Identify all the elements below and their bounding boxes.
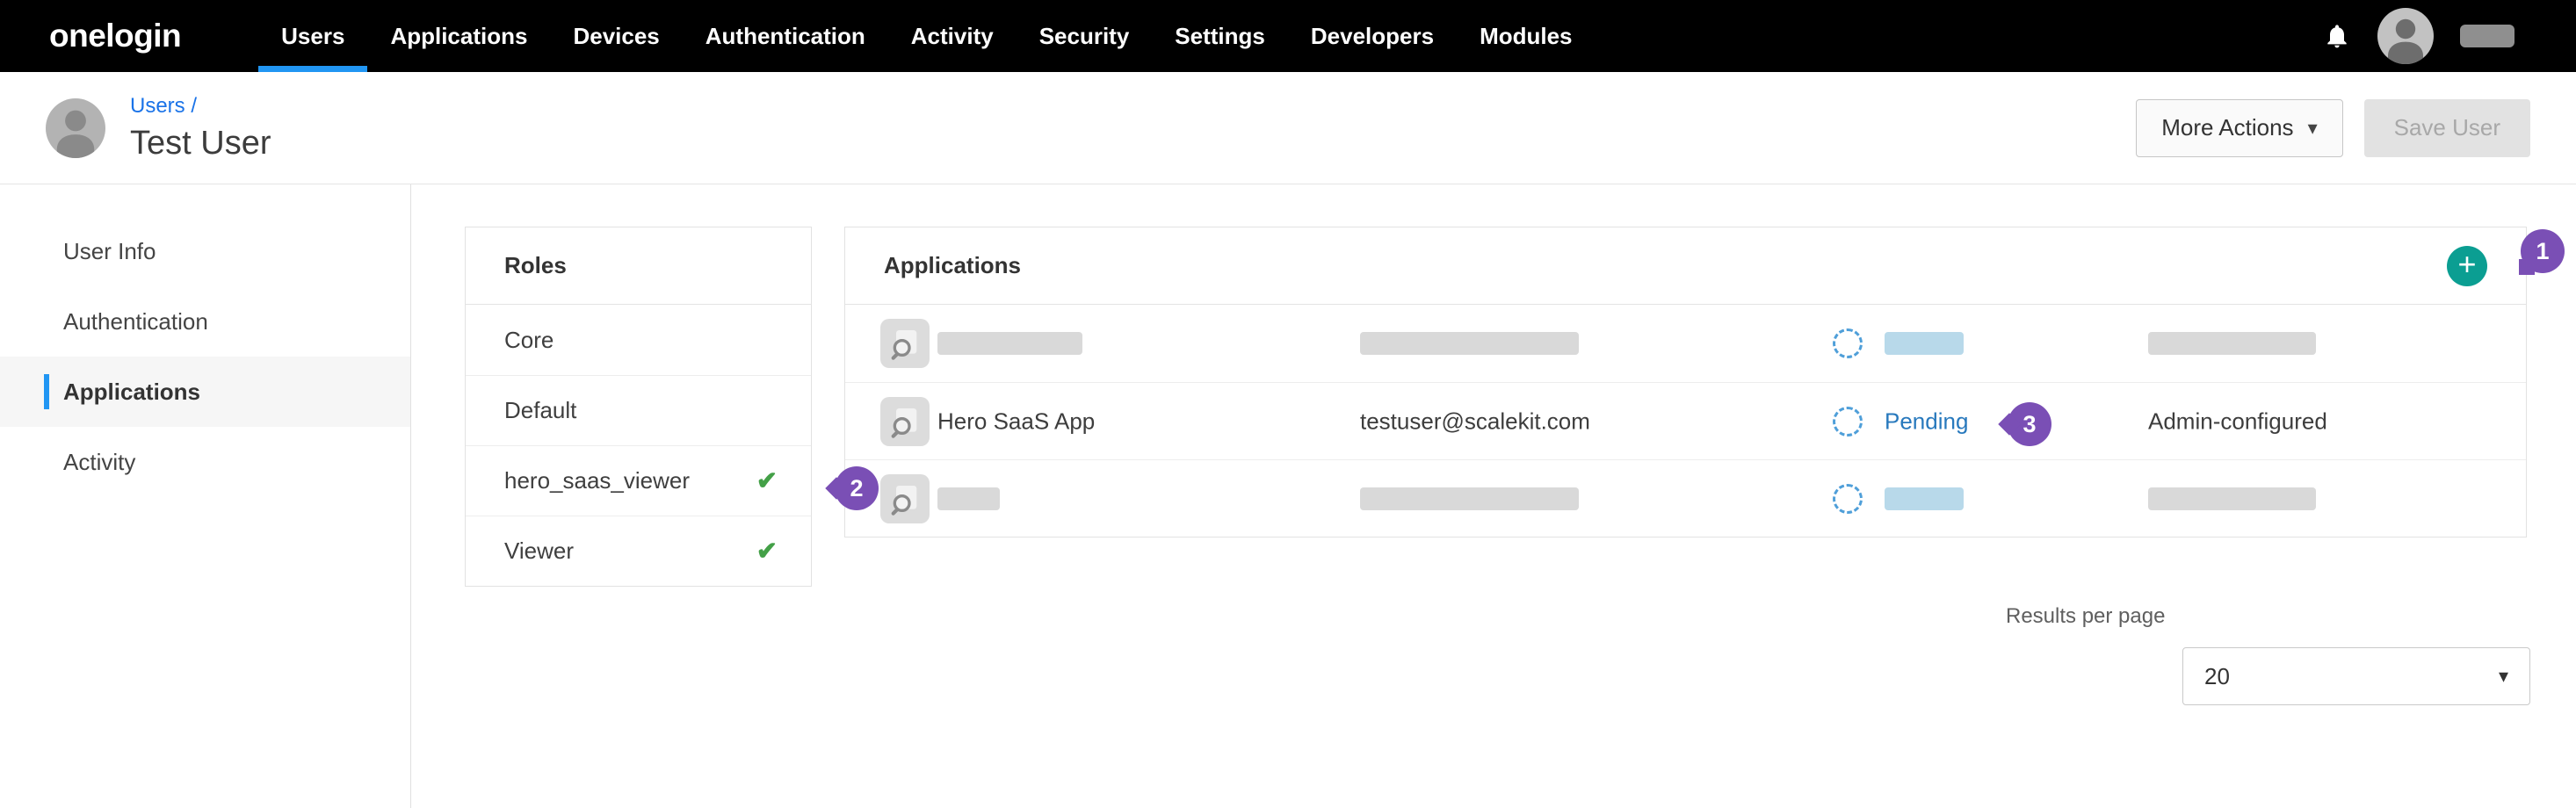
nav-right-cluster xyxy=(2323,8,2514,64)
nav-item-modules[interactable]: Modules xyxy=(1457,0,1595,72)
nav-item-authentication[interactable]: Authentication xyxy=(683,0,888,72)
skeleton-app-name xyxy=(937,332,1082,355)
page-size-value: 20 xyxy=(2204,663,2230,690)
role-label: Viewer xyxy=(504,537,574,565)
nav-item-activity[interactable]: Activity xyxy=(888,0,1017,72)
skeleton-app-name xyxy=(937,487,1000,510)
sidebar-item-authentication[interactable]: Authentication xyxy=(0,286,410,357)
primary-nav: Users Applications Devices Authenticatio… xyxy=(258,0,1595,72)
nav-label: Applications xyxy=(390,23,527,50)
application-row-skeleton xyxy=(845,459,2526,537)
nav-label: Users xyxy=(281,23,344,50)
roles-card: Roles Core Default hero_saas_viewer ✔ Vi… xyxy=(465,227,812,587)
chevron-down-icon: ▾ xyxy=(2308,117,2318,140)
annotation-badge-2: 2 xyxy=(835,466,879,510)
page-size-select[interactable]: 20 ▾ xyxy=(2182,647,2530,705)
onelogin-logo[interactable]: onelogin xyxy=(49,18,181,54)
nav-item-users[interactable]: Users xyxy=(258,0,367,72)
nav-item-settings[interactable]: Settings xyxy=(1152,0,1288,72)
sidebar-item-user-info[interactable]: User Info xyxy=(0,216,410,286)
results-per-page-label: Results per page xyxy=(2006,604,2165,629)
application-row-skeleton xyxy=(845,305,2526,382)
nav-label: Security xyxy=(1039,23,1130,50)
skeleton-app-email xyxy=(1360,332,1579,355)
nav-label: Settings xyxy=(1175,23,1265,50)
skeleton-app-config xyxy=(2148,332,2316,355)
application-status-link[interactable]: Pending xyxy=(1885,408,1968,435)
nav-label: Devices xyxy=(573,23,659,50)
check-icon: ✔ xyxy=(756,465,778,496)
applications-card-header: Applications + xyxy=(845,227,2526,305)
plus-icon: + xyxy=(2457,246,2476,283)
page-title: Test User xyxy=(130,125,271,162)
sidebar-item-activity[interactable]: Activity xyxy=(0,427,410,497)
page-header: Users / Test User More Actions ▾ Save Us… xyxy=(0,72,2576,184)
save-user-button[interactable]: Save User xyxy=(2364,99,2530,157)
application-icon xyxy=(880,397,930,446)
nav-item-security[interactable]: Security xyxy=(1017,0,1153,72)
sidebar-item-applications[interactable]: Applications xyxy=(0,357,410,427)
account-avatar[interactable] xyxy=(2377,8,2434,64)
role-label: Core xyxy=(504,327,554,354)
role-row-viewer[interactable]: Viewer ✔ xyxy=(466,516,811,586)
applications-card: Applications + Hero SaaS App testuser@sc… xyxy=(844,227,2527,537)
more-actions-button[interactable]: More Actions ▾ xyxy=(2136,99,2342,157)
nav-label: Modules xyxy=(1480,23,1572,50)
loading-spinner-icon xyxy=(1833,484,1863,514)
application-name: Hero SaaS App xyxy=(937,408,1095,435)
application-row-hero-saas[interactable]: Hero SaaS App testuser@scalekit.com Pend… xyxy=(845,382,2526,459)
chevron-down-icon: ▾ xyxy=(2499,665,2508,688)
role-label: Default xyxy=(504,397,576,424)
breadcrumb-users-link[interactable]: Users / xyxy=(130,94,271,119)
annotation-badge-3: 3 xyxy=(2008,402,2051,446)
skeleton-app-email xyxy=(1360,487,1579,510)
account-menu-placeholder[interactable] xyxy=(2460,25,2514,47)
more-actions-label: More Actions xyxy=(2161,114,2293,141)
application-icon xyxy=(880,474,930,523)
applications-title: Applications xyxy=(884,252,1021,279)
user-profile-avatar xyxy=(46,98,105,158)
nav-label: Authentication xyxy=(706,23,865,50)
sidebar-label: Applications xyxy=(63,379,200,405)
sidebar-label: Activity xyxy=(63,449,135,475)
notifications-bell-icon[interactable] xyxy=(2323,22,2351,50)
user-detail-sidebar: User Info Authentication Applications Ac… xyxy=(0,184,411,808)
nav-item-applications[interactable]: Applications xyxy=(367,0,550,72)
skeleton-app-status xyxy=(1885,332,1964,355)
skeleton-app-config xyxy=(2148,487,2316,510)
role-row-hero-saas-viewer[interactable]: hero_saas_viewer ✔ xyxy=(466,445,811,516)
save-user-label: Save User xyxy=(2394,114,2500,141)
nav-label: Activity xyxy=(911,23,994,50)
application-icon xyxy=(880,319,930,368)
sidebar-label: User Info xyxy=(63,238,156,264)
role-row-default[interactable]: Default xyxy=(466,375,811,445)
add-application-button[interactable]: + xyxy=(2447,246,2487,286)
nav-label: Developers xyxy=(1311,23,1434,50)
nav-item-devices[interactable]: Devices xyxy=(550,0,682,72)
roles-title: Roles xyxy=(504,252,567,279)
application-config-type: Admin-configured xyxy=(2148,408,2327,435)
top-navigation: onelogin Users Applications Devices Auth… xyxy=(0,0,2576,72)
skeleton-app-status xyxy=(1885,487,1964,510)
annotation-badge-1: 1 xyxy=(2521,229,2565,273)
page-header-text: Users / Test User xyxy=(130,94,271,162)
header-actions: More Actions ▾ Save User xyxy=(2136,99,2530,157)
role-row-core[interactable]: Core xyxy=(466,305,811,375)
nav-item-developers[interactable]: Developers xyxy=(1288,0,1457,72)
pending-spinner-icon xyxy=(1833,407,1863,436)
role-label: hero_saas_viewer xyxy=(504,467,690,494)
loading-spinner-icon xyxy=(1833,328,1863,358)
sidebar-label: Authentication xyxy=(63,308,208,335)
onelogin-admin-page: onelogin Users Applications Devices Auth… xyxy=(0,0,2576,808)
application-login-email: testuser@scalekit.com xyxy=(1360,408,1590,435)
roles-card-header: Roles xyxy=(466,227,811,305)
check-icon: ✔ xyxy=(756,536,778,566)
